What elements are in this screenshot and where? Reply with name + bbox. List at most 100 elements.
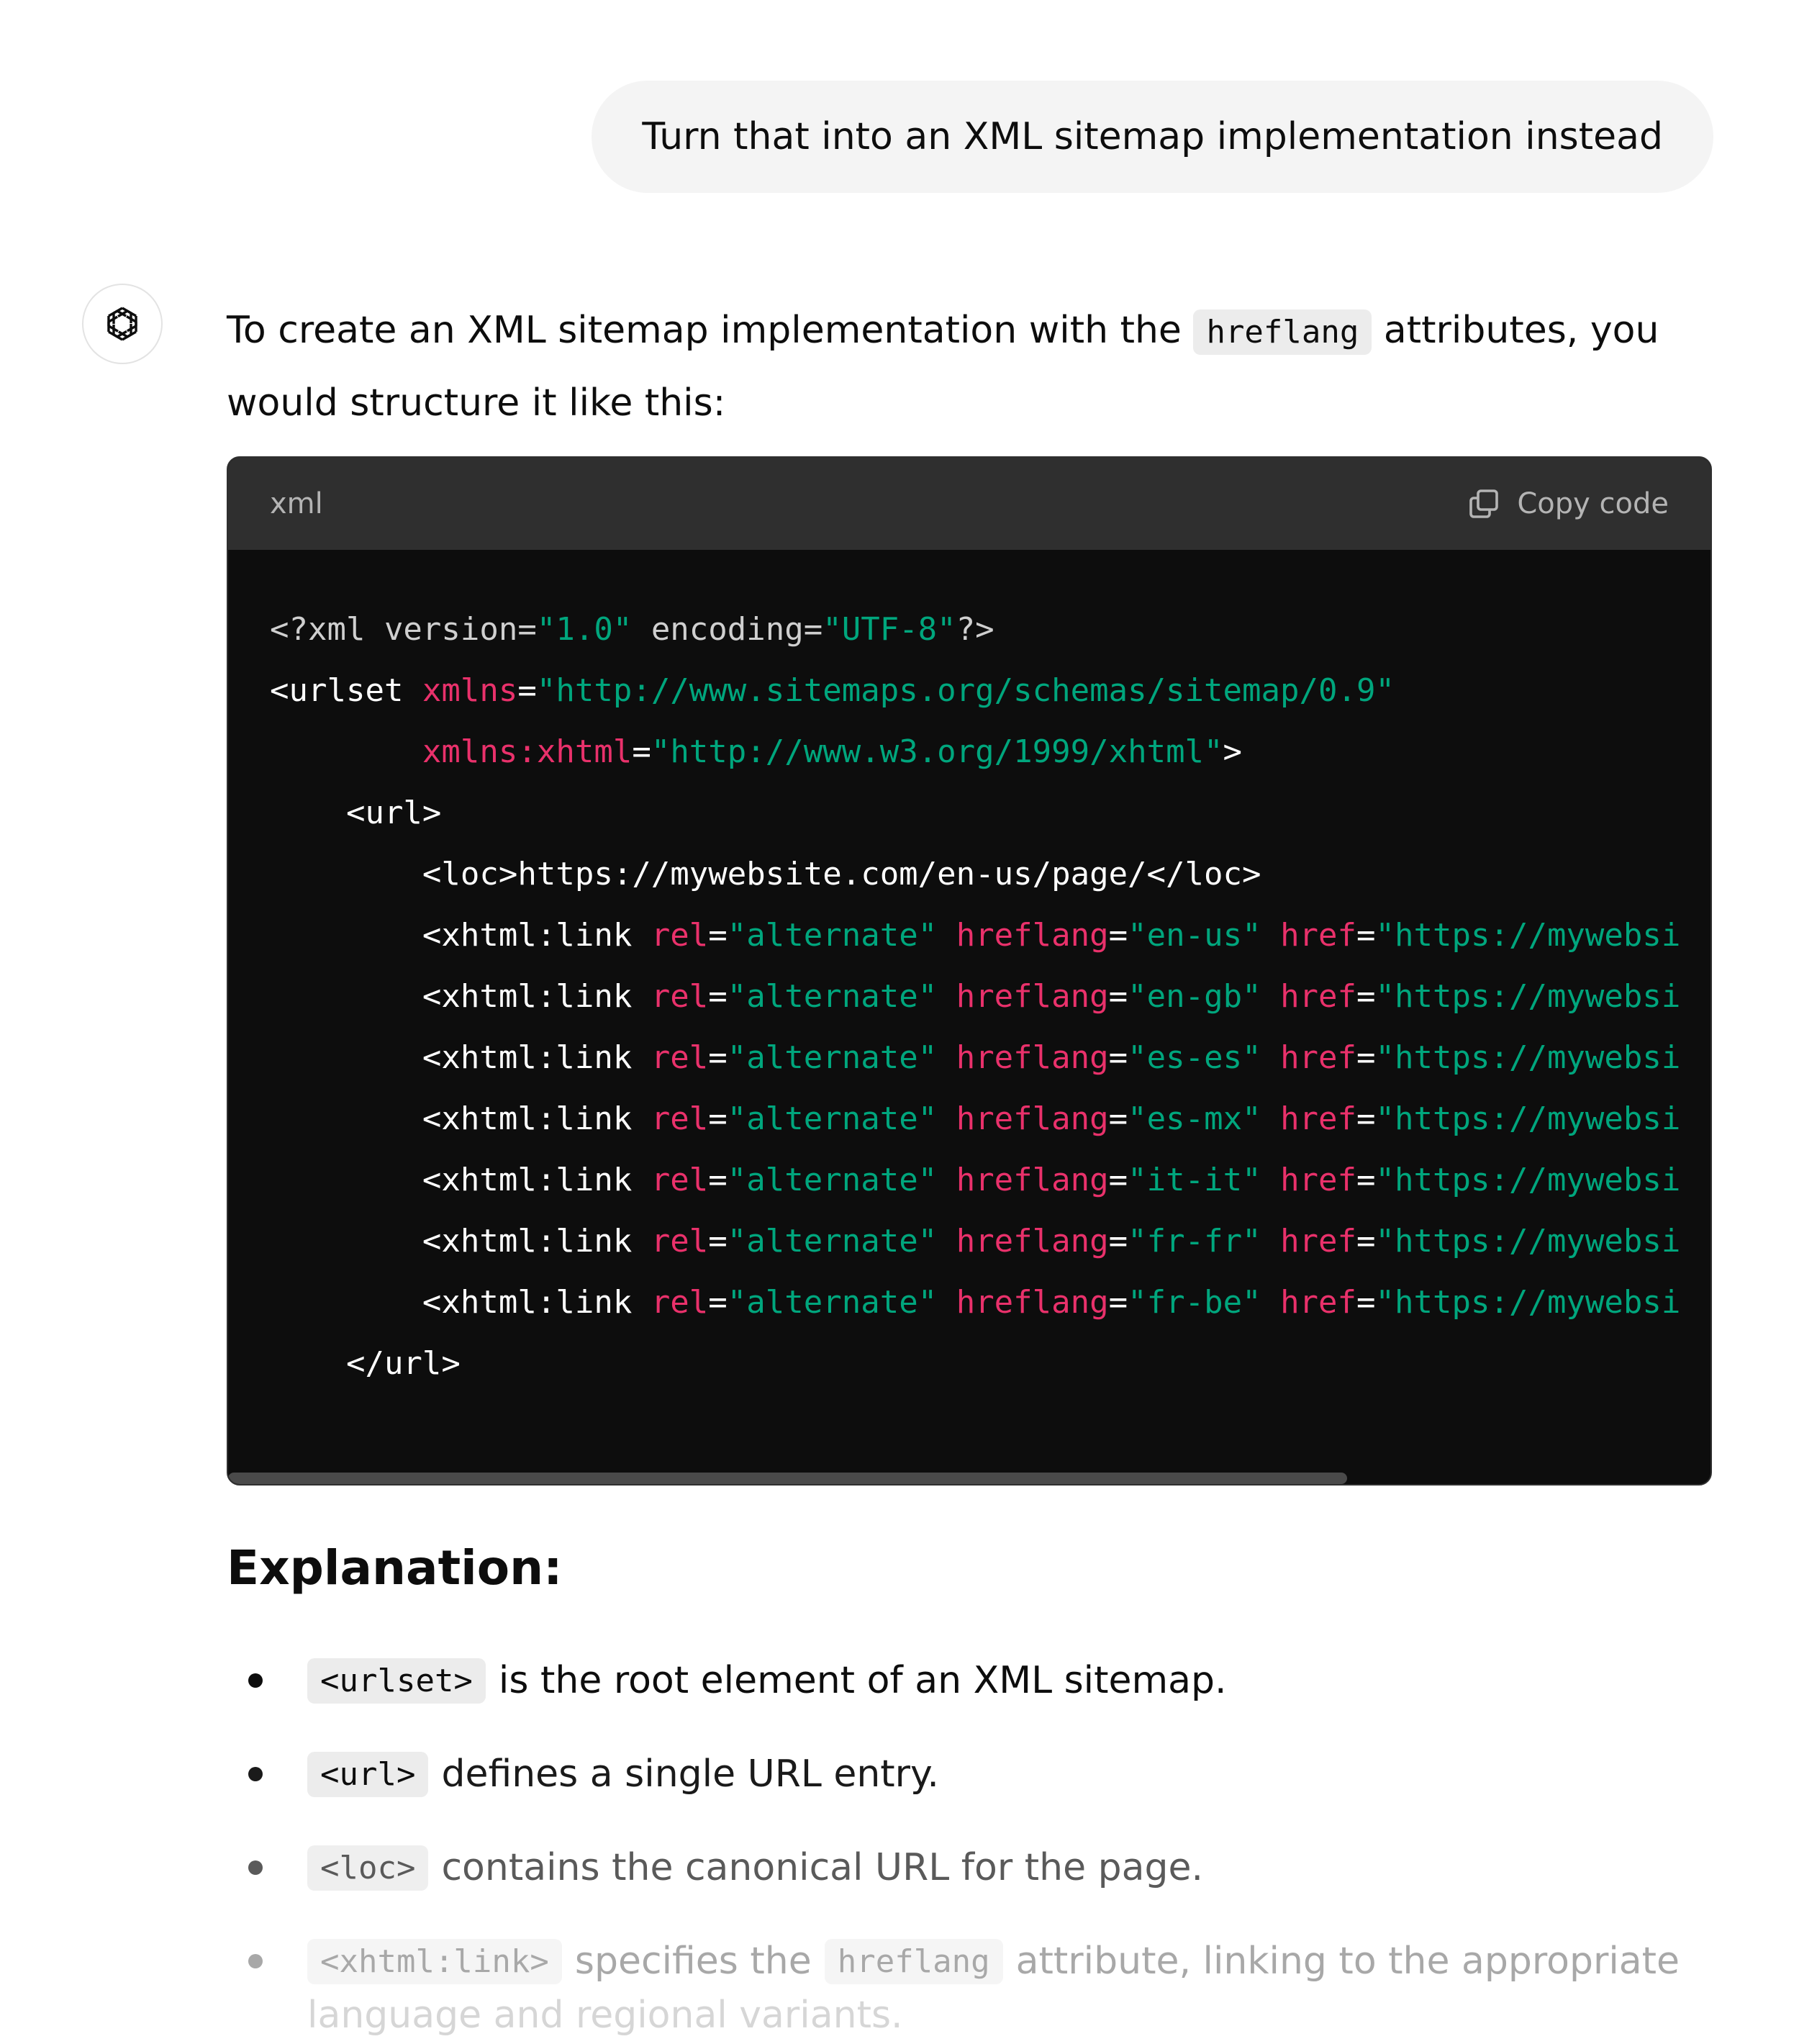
code-token: =: [1356, 978, 1376, 1015]
code-token: =: [708, 1100, 728, 1137]
code-token: "alternate": [727, 1100, 938, 1137]
code-token: rel: [651, 978, 709, 1015]
code-token: hreflang: [956, 978, 1109, 1015]
code-scrollbar-thumb[interactable]: [228, 1473, 1347, 1484]
code-token: "http://www.w3.org/1999/xhtml": [651, 733, 1223, 770]
list-item-text: defines a single URL entry.: [441, 1753, 939, 1796]
code-token: <urlset: [270, 672, 422, 709]
code-token: =: [632, 733, 651, 770]
code-token: =: [517, 672, 537, 709]
code-token: hreflang: [956, 1039, 1109, 1076]
code-token: =: [1108, 978, 1128, 1015]
code-token: "1.0": [536, 611, 633, 648]
code-token: "https://mywebsi: [1375, 1284, 1681, 1321]
code-token: rel: [651, 1223, 709, 1260]
inline-code: <url>: [307, 1751, 429, 1797]
code-line: <?xml version="1.0" encoding="UTF-8"?>: [270, 599, 1710, 660]
code-token: =: [1108, 1223, 1128, 1260]
assistant-response: To create an XML sitemap implementation …: [227, 295, 1716, 438]
code-token: =: [1108, 1100, 1128, 1137]
code-token: =: [708, 917, 728, 954]
code-token: =: [1108, 1162, 1128, 1198]
code-token: "en-us": [1128, 917, 1261, 954]
code-token: =: [1356, 1039, 1376, 1076]
code-token: =: [708, 978, 728, 1015]
code-token: rel: [651, 1039, 709, 1076]
code-token: "https://mywebsi: [1375, 1162, 1681, 1198]
code-token: "https://mywebsi: [1375, 1039, 1681, 1076]
list-item: <loc> contains the canonical URL for the…: [227, 1821, 1716, 1914]
code-token: <loc>https://mywebsite.com/en-us/page/</…: [270, 856, 1261, 892]
code-line: <xhtml:link rel="alternate" hreflang="fr…: [270, 1272, 1710, 1333]
code-line: <xhtml:link rel="alternate" hreflang="en…: [270, 966, 1710, 1027]
user-message-text: Turn that into an XML sitemap implementa…: [642, 115, 1663, 158]
code-token: "alternate": [727, 978, 938, 1015]
code-token: =: [708, 1039, 728, 1076]
list-item-text: contains the canonical URL for the page.: [441, 1846, 1204, 1889]
code-token: <xhtml:link: [270, 1284, 651, 1321]
code-token: href: [1280, 917, 1357, 954]
code-token: =: [1108, 1284, 1128, 1321]
explanation-heading: Explanation:: [227, 1540, 563, 1596]
code-token: "es-es": [1128, 1039, 1261, 1076]
code-token: "UTF-8": [823, 611, 956, 648]
code-token: rel: [651, 917, 709, 954]
code-line: <xhtml:link rel="alternate" hreflang="es…: [270, 1027, 1710, 1088]
code-token: hreflang: [956, 1100, 1109, 1137]
code-token: href: [1280, 1100, 1357, 1137]
code-token: encoding=: [632, 611, 823, 648]
code-token: =: [708, 1284, 728, 1321]
code-token: <?xml version=: [270, 611, 537, 648]
code-token: "es-mx": [1128, 1100, 1261, 1137]
code-token: =: [1108, 1039, 1128, 1076]
code-token: "fr-fr": [1128, 1223, 1261, 1260]
list-item-continuation: language and regional variants.: [307, 1994, 903, 2037]
assistant-intro: To create an XML sitemap implementation …: [227, 295, 1716, 438]
code-token: "https://mywebsi: [1375, 917, 1681, 954]
code-line: <url>: [270, 782, 1710, 844]
code-token: =: [708, 1223, 728, 1260]
inline-code: <loc>: [307, 1845, 429, 1891]
code-line: xmlns:xhtml="http://www.w3.org/1999/xhtm…: [270, 721, 1710, 782]
code-line: <xhtml:link rel="alternate" hreflang="it…: [270, 1149, 1710, 1211]
code-token: href: [1280, 1223, 1357, 1260]
code-token: xmlns: [422, 672, 518, 709]
code-token: "http://www.sitemaps.org/schemas/sitemap…: [536, 672, 1395, 709]
code-token: "https://mywebsi: [1375, 1223, 1681, 1260]
code-token: hreflang: [956, 917, 1109, 954]
list-item-text-before: specifies the: [574, 1940, 812, 1983]
code-token: "alternate": [727, 1223, 938, 1260]
code-block-header: xml Copy code: [228, 458, 1710, 550]
code-token: "en-gb": [1128, 978, 1261, 1015]
code-scrollbar-track[interactable]: [228, 1473, 1710, 1484]
inline-code-hreflang: hreflang: [1193, 309, 1372, 355]
copy-code-label: Copy code: [1517, 487, 1669, 520]
code-token: </url>: [270, 1345, 461, 1382]
code-line: <xhtml:link rel="alternate" hreflang="en…: [270, 905, 1710, 966]
user-message-bubble: Turn that into an XML sitemap implementa…: [592, 81, 1713, 193]
code-token: "alternate": [727, 917, 938, 954]
code-line: <xhtml:link rel="alternate" hreflang="es…: [270, 1088, 1710, 1149]
copy-code-button[interactable]: Copy code: [1467, 487, 1669, 521]
code-content[interactable]: <?xml version="1.0" encoding="UTF-8"?> <u…: [228, 550, 1710, 1385]
code-token: xmlns:xhtml: [422, 733, 633, 770]
list-item: <url> defines a single URL entry.: [227, 1727, 1716, 1821]
code-token: =: [1356, 1162, 1376, 1198]
assistant-avatar: [82, 284, 163, 364]
code-token: href: [1280, 1039, 1357, 1076]
code-token: hreflang: [956, 1223, 1109, 1260]
list-item-text-after: attribute, linking to the appropriate: [1015, 1940, 1680, 1983]
inline-code: <xhtml:link>: [307, 1938, 562, 1984]
code-token: "fr-be": [1128, 1284, 1261, 1321]
